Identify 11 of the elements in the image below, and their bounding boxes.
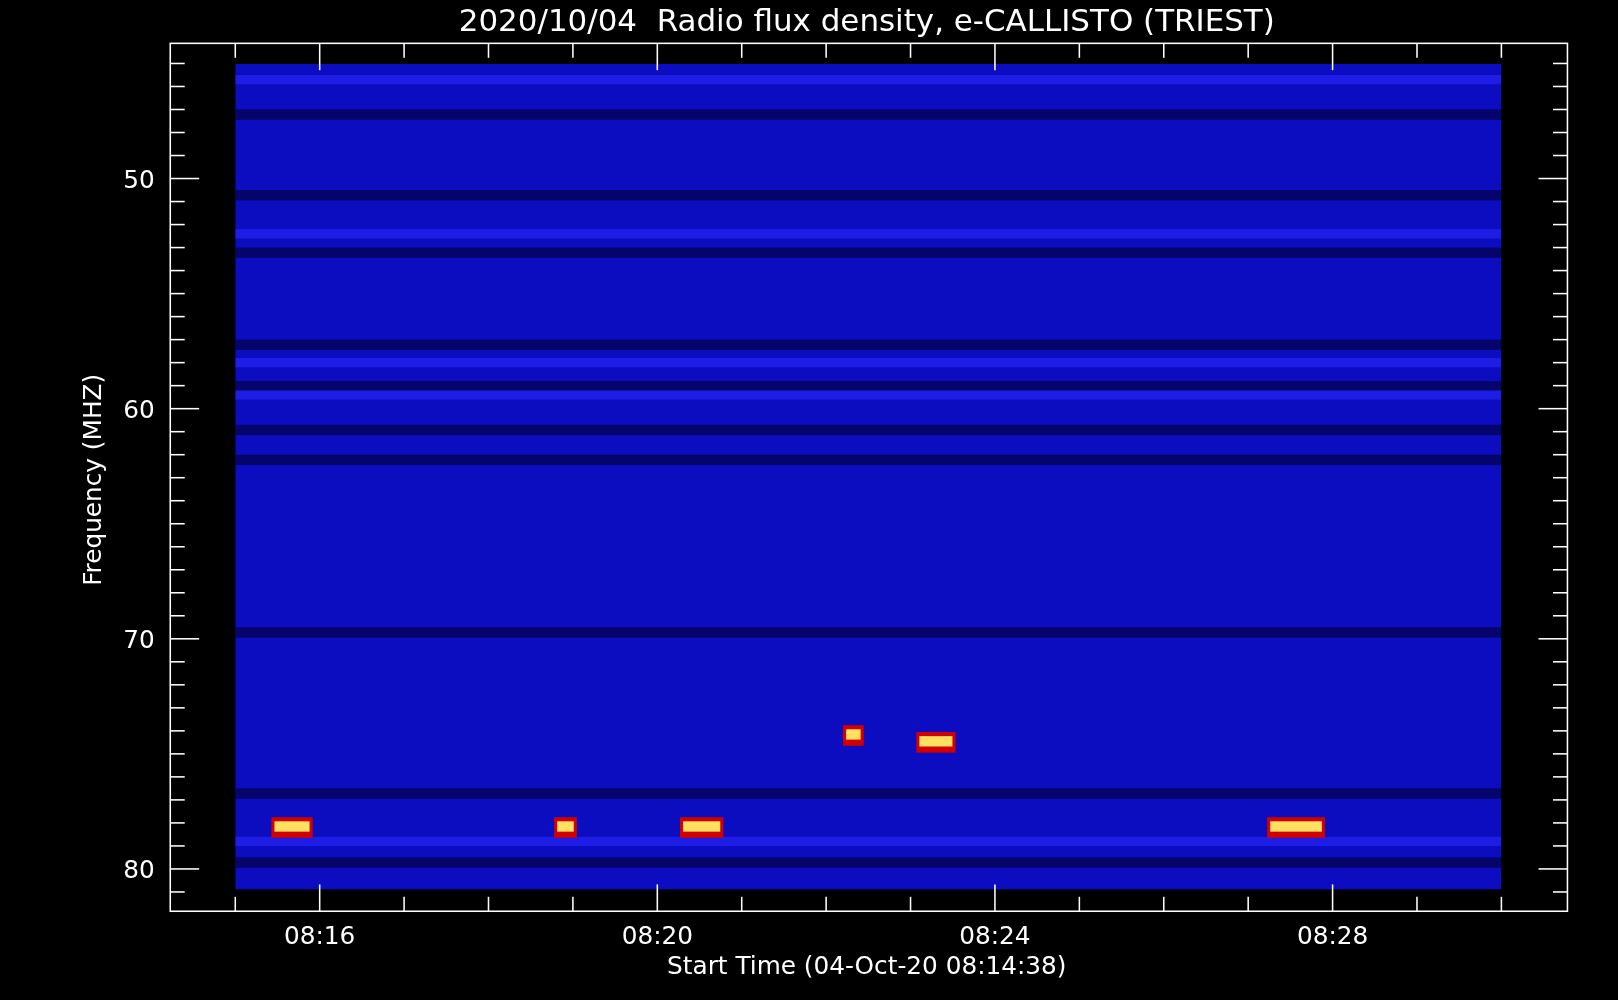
tick-label: 08:16 — [284, 921, 356, 951]
tick-label: 08:28 — [1296, 921, 1369, 951]
tick-label: 08:24 — [959, 921, 1031, 951]
chart-title: 2020/10/04 Radio flux density, e-CALLISTO (TRIEST) — [458, 1, 1275, 38]
tick-label: 50 — [123, 164, 155, 194]
x-axis-label: Start Time (04-Oct-20 08:14:38) — [667, 951, 1067, 981]
tick-label: 60 — [123, 394, 155, 424]
tick-label: 70 — [123, 625, 155, 655]
tick-label: 80 — [123, 855, 155, 885]
y-axis-label: Frequency (MHZ) — [78, 373, 108, 586]
tick-label: 08:20 — [621, 921, 693, 951]
